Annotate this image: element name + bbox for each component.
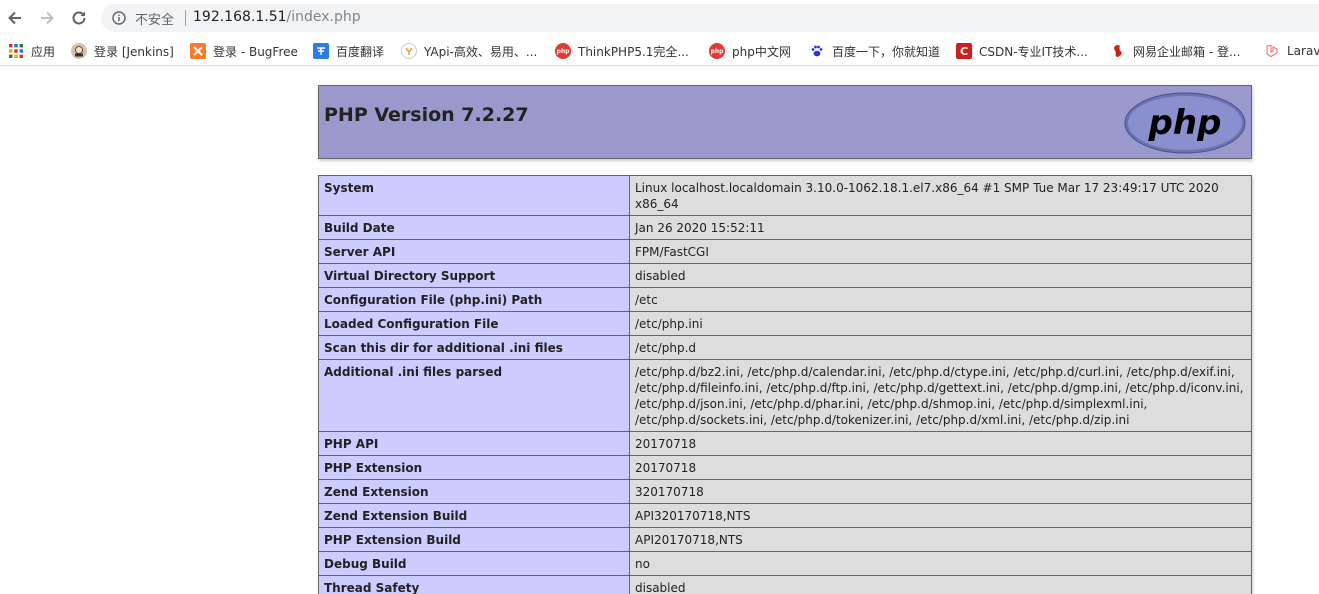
row-value: API320170718,NTS	[629, 503, 1252, 528]
table-row: Server API FPM/FastCGI	[318, 239, 1252, 264]
phpinfo-page: PHP Version 7.2.27 php System Linux local…	[318, 85, 1252, 594]
apps-grid-icon	[8, 43, 24, 59]
back-button[interactable]	[3, 6, 27, 30]
bookmark-jenkins[interactable]: 登录 [Jenkins]	[71, 42, 174, 60]
table-row: PHP Extension 20170718	[318, 455, 1252, 480]
row-value: 20170718	[629, 455, 1252, 480]
table-row: PHP Extension Build API20170718,NTS	[318, 527, 1252, 552]
row-value: 320170718	[629, 479, 1252, 504]
row-value: Linux localhost.localdomain 3.10.0-1062.…	[629, 175, 1252, 216]
bookmarks-bar: 应用 登录 [Jenkins] 登录 - BugFree 百度翻译 YApi-高…	[0, 36, 1319, 66]
row-value: disabled	[629, 263, 1252, 288]
table-row: Virtual Directory Support disabled	[318, 263, 1252, 288]
browser-toolbar: 不安全 192.168.1.51/index.php	[0, 0, 1319, 36]
table-row: Thread Safety disabled	[318, 575, 1252, 594]
system-info-table: System Linux localhost.localdomain 3.10.0…	[318, 175, 1252, 594]
bookmark-label: Larav	[1287, 44, 1319, 58]
row-key: Scan this dir for additional .ini files	[318, 335, 630, 360]
table-row: Configuration File (php.ini) Path/etc	[318, 287, 1252, 312]
back-arrow-icon	[8, 11, 21, 25]
row-key: Configuration File (php.ini) Path	[318, 287, 630, 312]
bookmark-label: 登录 [Jenkins]	[94, 44, 174, 59]
bookmark-laravel[interactable]: Larav	[1264, 42, 1319, 60]
csdn-icon: C	[956, 43, 972, 59]
url-text[interactable]: 192.168.1.51/index.php	[193, 9, 361, 25]
row-key: Debug Build	[318, 551, 630, 576]
row-key: Zend Extension	[318, 479, 630, 504]
bookmark-label: YApi-高效、易用、...	[424, 44, 538, 59]
row-key: Zend Extension Build	[318, 503, 630, 528]
row-value: Jan 26 2020 15:52:11	[629, 215, 1252, 240]
row-key: Virtual Directory Support	[318, 263, 630, 288]
php-logo-text: php	[1148, 103, 1222, 143]
row-key: Loaded Configuration File	[318, 311, 630, 336]
row-value: 20170718	[629, 431, 1252, 456]
row-value: FPM/FastCGI	[629, 239, 1252, 264]
table-row: Build Date Jan 26 2020 15:52:11	[318, 215, 1252, 240]
row-key: PHP Extension Build	[318, 527, 630, 552]
bookmark-label: 登录 - BugFree	[213, 44, 298, 59]
bookmark-thinkphp[interactable]: php ThinkPHP5.1完全...	[555, 42, 689, 60]
table-row: PHP API 20170718	[318, 431, 1252, 456]
row-key: PHP API	[318, 431, 630, 456]
row-value: /etc/php.ini	[629, 311, 1252, 336]
bookmark-label: CSDN-专业IT技术...	[979, 44, 1088, 59]
bookmark-label: 百度一下，你就知道	[832, 44, 941, 59]
laravel-icon	[1264, 43, 1280, 59]
bugfree-icon	[190, 43, 206, 59]
row-value: no	[629, 551, 1252, 576]
address-bar[interactable]: 不安全 192.168.1.51/index.php	[101, 4, 1319, 32]
bookmark-baidu-translate[interactable]: 百度翻译	[313, 42, 384, 60]
security-status[interactable]: 不安全	[135, 9, 174, 28]
yapi-icon	[401, 43, 417, 59]
baidu-paw-icon	[809, 43, 825, 59]
row-value: API20170718,NTS	[629, 527, 1252, 552]
bookmark-label: 百度翻译	[336, 44, 385, 59]
row-key: PHP Extension	[318, 455, 630, 480]
forward-arrow-icon	[41, 11, 54, 25]
bookmark-netease-mail[interactable]: 网易企业邮箱 - 登...	[1110, 42, 1240, 60]
reload-button[interactable]	[67, 6, 91, 30]
forward-button[interactable]	[35, 6, 59, 30]
row-value: disabled	[629, 575, 1252, 594]
bookmark-apps[interactable]: 应用	[8, 42, 55, 60]
table-row: Zend Extension 320170718	[318, 479, 1252, 504]
php-version-header: PHP Version 7.2.27 php	[318, 85, 1252, 159]
bookmark-label: 网易企业邮箱 - 登...	[1133, 44, 1241, 59]
jenkins-icon	[71, 43, 87, 59]
reload-icon	[72, 11, 86, 25]
row-key: System	[318, 175, 630, 216]
bookmark-bugfree[interactable]: 登录 - BugFree	[190, 42, 298, 60]
table-row: Debug Build no	[318, 551, 1252, 576]
netease-icon	[1110, 43, 1126, 59]
baidu-translate-icon	[313, 43, 329, 59]
bookmark-label: 应用	[31, 44, 56, 59]
url-host: 192.168.1.51	[193, 9, 287, 25]
table-row: Zend Extension Build API320170718,NTS	[318, 503, 1252, 528]
row-key: Additional .ini files parsed	[318, 359, 630, 432]
table-row: Additional .ini files parsed/etc/php.d/b…	[318, 359, 1252, 432]
row-value: /etc/php.d/bz2.ini, /etc/php.d/calendar.…	[629, 359, 1252, 432]
bookmark-label: php中文网	[732, 44, 791, 59]
php-cn-icon: php	[555, 43, 571, 59]
address-divider	[185, 10, 186, 26]
bookmark-label: ThinkPHP5.1完全...	[578, 44, 689, 59]
bookmark-php-cn[interactable]: php php中文网	[709, 42, 791, 60]
row-key: Thread Safety	[318, 575, 630, 594]
row-value: /etc	[629, 287, 1252, 312]
row-key: Server API	[318, 239, 630, 264]
row-key: Build Date	[318, 215, 630, 240]
bookmark-csdn[interactable]: C CSDN-专业IT技术...	[956, 42, 1088, 60]
table-row: Scan this dir for additional .ini files /…	[318, 335, 1252, 360]
bookmark-yapi[interactable]: YApi-高效、易用、...	[401, 42, 537, 60]
table-row: Loaded Configuration File/etc/php.ini	[318, 311, 1252, 336]
php-cn-icon: php	[709, 43, 725, 59]
php-logo-icon[interactable]: php	[1124, 92, 1246, 154]
url-path: /index.php	[286, 9, 361, 25]
page-title: PHP Version 7.2.27	[324, 104, 529, 126]
bookmark-baidu[interactable]: 百度一下，你就知道	[809, 42, 940, 60]
table-row: System Linux localhost.localdomain 3.10.0…	[318, 175, 1252, 216]
info-icon[interactable]	[112, 11, 126, 25]
row-value: /etc/php.d	[629, 335, 1252, 360]
